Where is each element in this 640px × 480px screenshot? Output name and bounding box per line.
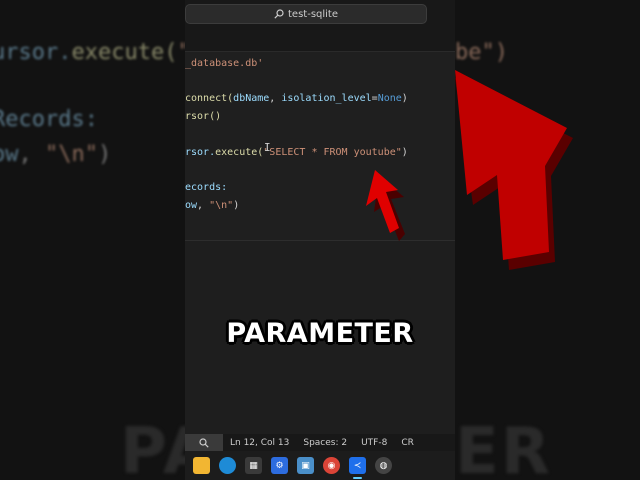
eol-setting[interactable]: CR	[394, 438, 421, 448]
background-code-token: ow	[0, 142, 19, 167]
background-code-token: Records:	[0, 107, 98, 132]
store-icon[interactable]: ▦	[245, 457, 262, 474]
editor-frame: test-sqlite _database.db' connect(dbName,…	[185, 0, 455, 480]
background-caption-right: ER	[455, 415, 552, 480]
background-code-token: "\n"	[45, 142, 98, 167]
background-code-token: ,	[18, 142, 45, 167]
background-code-line: Records:	[0, 107, 98, 132]
zoom-button[interactable]	[185, 434, 223, 451]
background-code-token: ursor.	[0, 40, 72, 65]
background-right-panel: be") ER	[455, 0, 640, 480]
photos-icon[interactable]: ▣	[297, 457, 314, 474]
windows-taskbar: ▦ ⚙ ▣ ◉ ≺ ◍	[185, 451, 455, 480]
vscode-icon[interactable]: ≺	[349, 457, 366, 479]
indentation-setting[interactable]: Spaces: 2	[296, 438, 354, 448]
background-arrow	[455, 70, 573, 270]
red-arrow-annotation	[366, 170, 405, 241]
chrome-icon[interactable]: ◉	[323, 457, 340, 474]
zoom-icon	[199, 437, 209, 448]
background-code-line: ursor.execute("	[0, 40, 185, 65]
encoding-setting[interactable]: UTF-8	[354, 438, 394, 448]
edge-icon[interactable]	[219, 457, 236, 474]
cursor-position[interactable]: Ln 12, Col 13	[223, 438, 296, 448]
background-code-token: "	[177, 40, 185, 65]
obs-icon[interactable]: ◍	[375, 457, 392, 474]
background-code-token: execute(	[71, 40, 178, 65]
file-explorer-icon[interactable]	[193, 457, 210, 474]
background-caption-left: PA	[120, 415, 185, 480]
video-caption: PARAMETER	[226, 318, 414, 349]
background-left-panel: ursor.execute(" Records: ow, "\n") PA	[0, 0, 185, 480]
status-bar: Ln 12, Col 13 Spaces: 2 UTF-8 CR	[185, 434, 455, 451]
background-code-line: ow, "\n")	[0, 142, 111, 167]
settings-app-icon[interactable]: ⚙	[271, 457, 288, 474]
background-code-token: )	[97, 142, 112, 167]
